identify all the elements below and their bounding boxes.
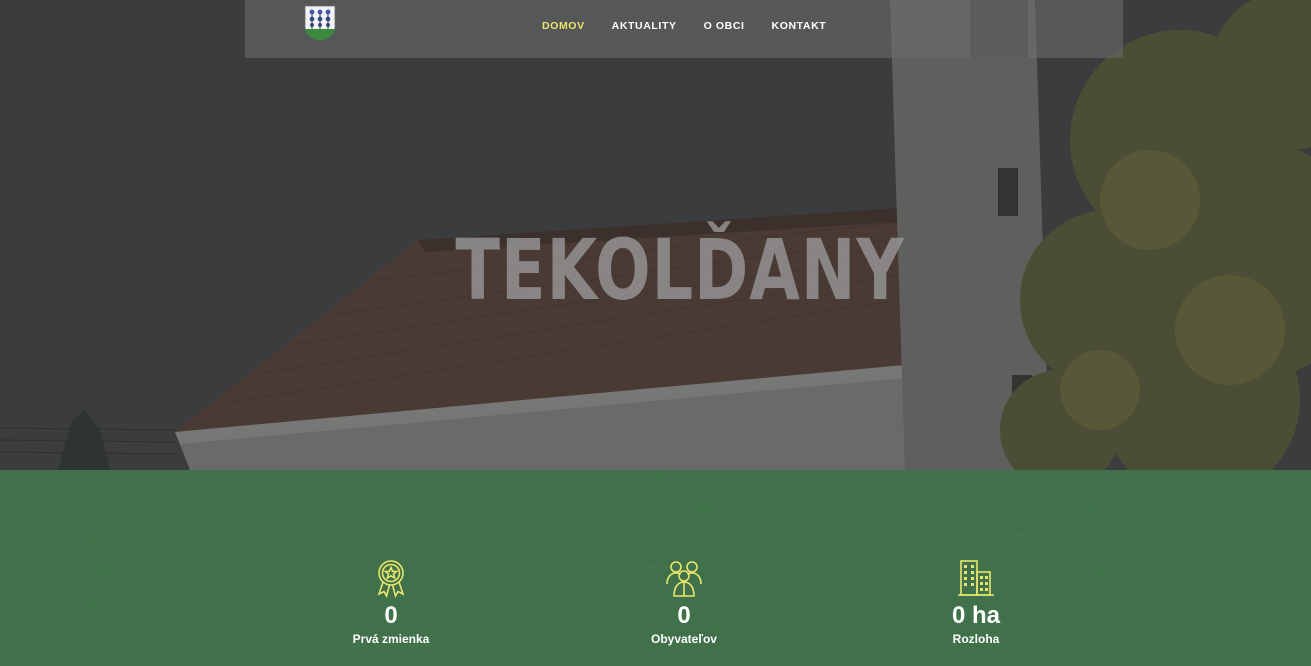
stat-value: 0 (384, 602, 398, 629)
people-group-icon (666, 561, 702, 597)
hero-title: TEKOLĎANY (455, 221, 905, 319)
stats-section: 0 Prvá zmienka 0 Obyvateľov 0 ha Rozloha (0, 470, 1311, 666)
main-menu: DOMOV AKTUALITY O OBCI KONTAKT (542, 20, 853, 33)
stat-first-mention: 0 Prvá zmienka (291, 558, 491, 646)
hero-section: TEKOLĎANY (0, 0, 1311, 470)
stat-value: 0 ha (951, 602, 1001, 629)
award-ribbon-icon (377, 560, 405, 598)
top-navigation-bar: DOMOV AKTUALITY O OBCI KONTAKT (245, 0, 1123, 58)
buildings-icon (958, 560, 994, 596)
nav-item-domov[interactable]: DOMOV (542, 20, 585, 33)
stat-value: 0 (677, 602, 691, 629)
stat-area: 0 ha Rozloha (876, 558, 1076, 646)
stat-label: Obyvateľov (651, 632, 717, 646)
nav-item-o-obci[interactable]: O OBCI (704, 20, 745, 33)
nav-item-aktuality[interactable]: AKTUALITY (612, 20, 677, 33)
stat-inhabitants: 0 Obyvateľov (584, 558, 784, 646)
stat-label: Prvá zmienka (352, 632, 430, 646)
village-coat-of-arms-icon (304, 5, 336, 41)
site-logo[interactable] (304, 5, 336, 41)
stat-label: Rozloha (952, 632, 1000, 646)
nav-item-kontakt[interactable]: KONTAKT (772, 20, 827, 33)
